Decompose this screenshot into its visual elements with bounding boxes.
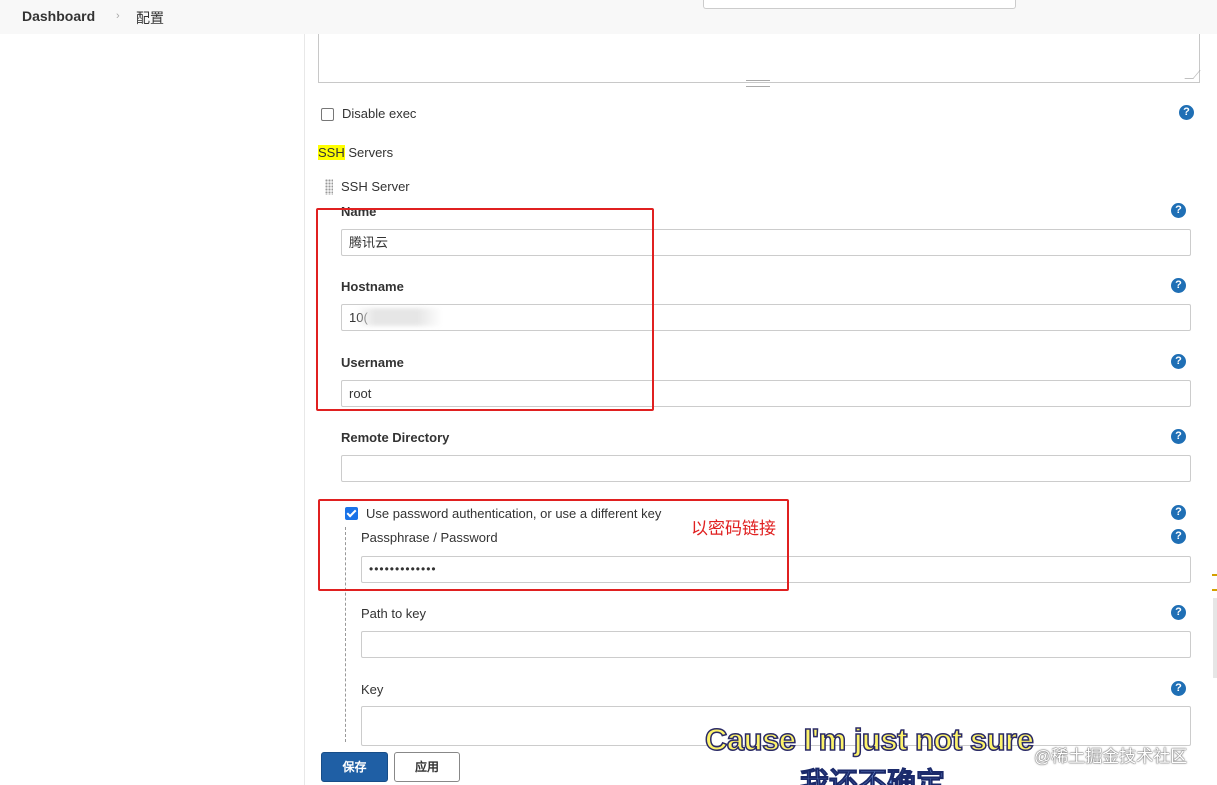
video-subtitle-chinese: 我还不确定 [800,768,946,785]
key-label: Key [361,682,384,697]
textarea-resize-grip[interactable] [746,80,770,87]
ssh-server-block-title: SSH Server [341,179,410,194]
scroll-marker [1212,574,1217,576]
path-to-key-label: Path to key [361,606,427,621]
username-help-icon[interactable]: ? [1171,354,1186,369]
site-watermark: @稀土掘金技术社区 [1034,747,1188,766]
video-subtitle-english: Cause I'm just not sure [704,721,1034,758]
annotation-box-password [318,499,789,591]
name-help-icon[interactable]: ? [1171,203,1186,218]
passphrase-help-icon[interactable]: ? [1171,529,1186,544]
disable-exec-checkbox[interactable] [321,108,334,121]
ssh-servers-heading-rest: Servers [344,145,394,160]
breadcrumb-current: 配置 [136,10,164,26]
ssh-servers-heading: SSH Servers [318,145,393,160]
dropdown-popup-edge [703,0,1016,9]
key-help-icon[interactable]: ? [1171,681,1186,696]
ssh-highlight: SSH [318,145,345,160]
previous-textarea[interactable] [318,34,1200,83]
breadcrumb-bar: Dashboard › 配置 [0,0,1217,34]
scroll-marker [1212,589,1217,591]
scrollbar-thumb[interactable] [1213,598,1217,678]
annotation-box-connection [316,208,654,411]
annotation-note: 以密码链接 [691,519,776,538]
path-to-key-help-icon[interactable]: ? [1171,605,1186,620]
save-button[interactable]: 保存 [321,752,388,782]
disable-exec-help-icon[interactable]: ? [1179,105,1194,120]
breadcrumb-dashboard-link[interactable]: Dashboard [22,8,95,24]
drag-handle-icon[interactable] [325,179,333,195]
remote-directory-input[interactable] [341,455,1191,482]
breadcrumb-separator-icon: › [116,10,120,22]
remote-directory-label: Remote Directory [341,430,450,445]
left-sidebar [0,34,305,785]
remote-directory-help-icon[interactable]: ? [1171,429,1186,444]
apply-button[interactable]: 应用 [394,752,460,782]
use-password-help-icon[interactable]: ? [1171,505,1186,520]
path-to-key-input[interactable] [361,631,1191,658]
disable-exec-label: Disable exec [342,106,417,121]
hostname-help-icon[interactable]: ? [1171,278,1186,293]
